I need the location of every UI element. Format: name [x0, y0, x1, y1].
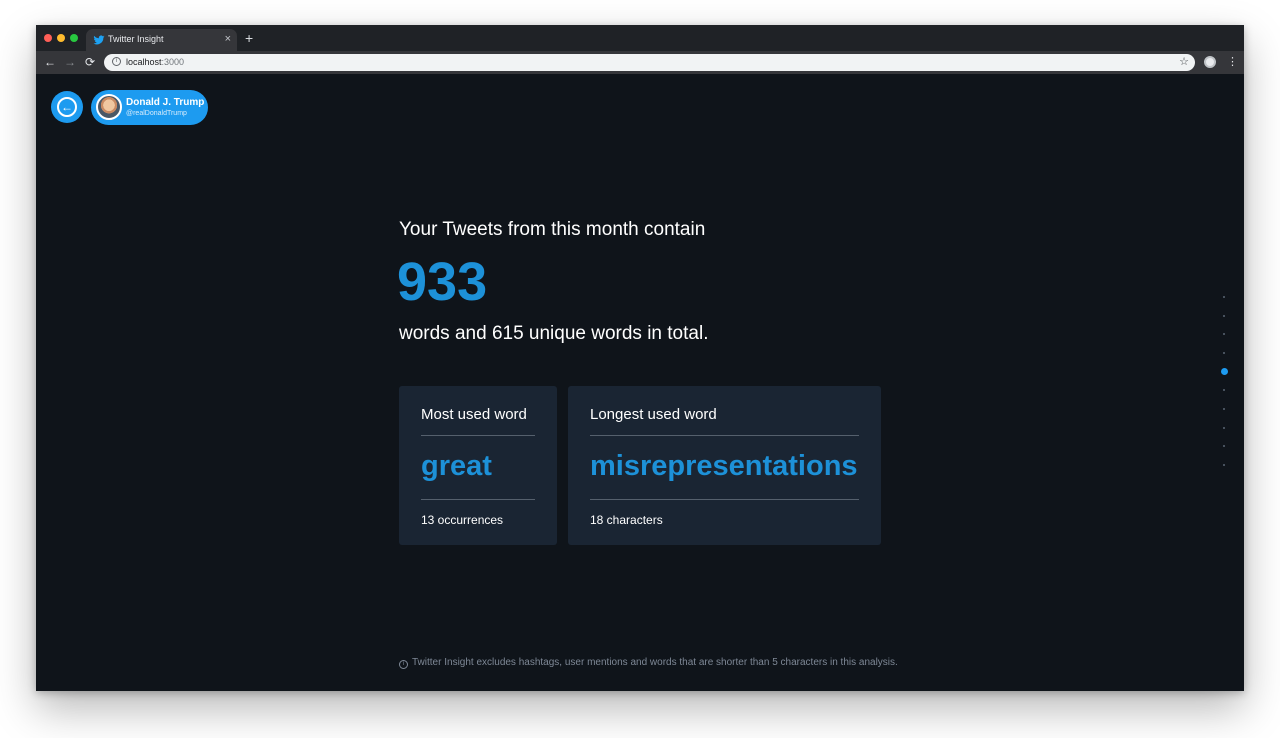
- bookmark-star-icon[interactable]: ☆: [1179, 55, 1189, 68]
- user-name: Donald J. Trump: [126, 97, 205, 108]
- divider: [590, 499, 859, 500]
- longest-used-word-card: Longest used word misrepresentations 18 …: [568, 386, 881, 545]
- pagination-dot[interactable]: [1223, 333, 1225, 336]
- address-bar[interactable]: i localhost:3000 ☆: [104, 54, 1195, 71]
- page-content: ← Donald J. Trump @realDonaldTrump Your …: [36, 74, 1244, 691]
- back-button[interactable]: ←: [51, 91, 83, 123]
- pagination-dot[interactable]: [1223, 407, 1225, 410]
- reload-button[interactable]: ⟳: [85, 55, 95, 69]
- tab-title: Twitter Insight: [108, 34, 164, 44]
- browser-toolbar: ← → ⟳ i localhost:3000 ☆ ⋮: [36, 51, 1244, 74]
- card-detail: 13 occurrences: [421, 513, 504, 527]
- divider: [590, 435, 859, 436]
- browser-forward-button[interactable]: →: [64, 55, 76, 69]
- info-icon: i: [399, 660, 408, 669]
- twitter-bird-icon: [93, 34, 105, 46]
- url-text: localhost:3000: [126, 57, 184, 67]
- user-badge[interactable]: Donald J. Trump @realDonaldTrump: [91, 90, 208, 125]
- section-pagination: [1220, 296, 1228, 482]
- pagination-dot[interactable]: [1223, 296, 1225, 298]
- intro-text: Your Tweets from this month contain: [399, 219, 706, 240]
- card-word: great: [421, 450, 492, 482]
- user-handle: @realDonaldTrump: [126, 110, 187, 117]
- card-title: Longest used word: [590, 406, 717, 423]
- tab-twitter-insight[interactable]: Twitter Insight ×: [86, 29, 237, 51]
- card-title: Most used word: [421, 406, 527, 423]
- url-host: localhost: [126, 57, 162, 67]
- footnote-text: Twitter Insight excludes hashtags, user …: [412, 657, 898, 668]
- close-window-icon[interactable]: [44, 34, 52, 42]
- word-count: 933: [397, 252, 488, 312]
- pagination-dot[interactable]: [1223, 463, 1225, 466]
- profile-avatar-icon[interactable]: [1204, 56, 1216, 68]
- pagination-dot[interactable]: [1223, 389, 1225, 392]
- most-used-word-card: Most used word great 13 occurrences: [399, 386, 557, 545]
- pagination-dot[interactable]: [1223, 426, 1225, 429]
- site-info-icon[interactable]: i: [112, 57, 121, 66]
- avatar: [96, 94, 122, 120]
- pagination-dot[interactable]: [1220, 368, 1228, 376]
- card-word: misrepresentations: [590, 450, 858, 482]
- browser-menu-icon[interactable]: ⋮: [1227, 54, 1238, 70]
- tab-close-icon[interactable]: ×: [225, 32, 231, 46]
- pagination-dot[interactable]: [1223, 445, 1225, 448]
- divider: [421, 435, 535, 436]
- url-port: :3000: [161, 57, 185, 67]
- footnote: i Twitter Insight excludes hashtags, user…: [399, 657, 898, 669]
- new-tab-button[interactable]: +: [245, 30, 253, 46]
- browser-back-button[interactable]: ←: [44, 55, 56, 69]
- divider: [421, 499, 535, 500]
- pagination-dot[interactable]: [1223, 314, 1225, 317]
- summary-text: words and 615 unique words in total.: [399, 323, 709, 344]
- browser-window: Twitter Insight × + ← → ⟳ i localhost:30…: [36, 25, 1244, 691]
- maximize-window-icon[interactable]: [70, 34, 78, 42]
- minimize-window-icon[interactable]: [57, 34, 65, 42]
- card-detail: 18 characters: [590, 513, 663, 527]
- tab-strip: Twitter Insight × +: [36, 25, 1244, 51]
- back-arrow-icon: ←: [57, 97, 77, 117]
- pagination-dot[interactable]: [1223, 351, 1225, 354]
